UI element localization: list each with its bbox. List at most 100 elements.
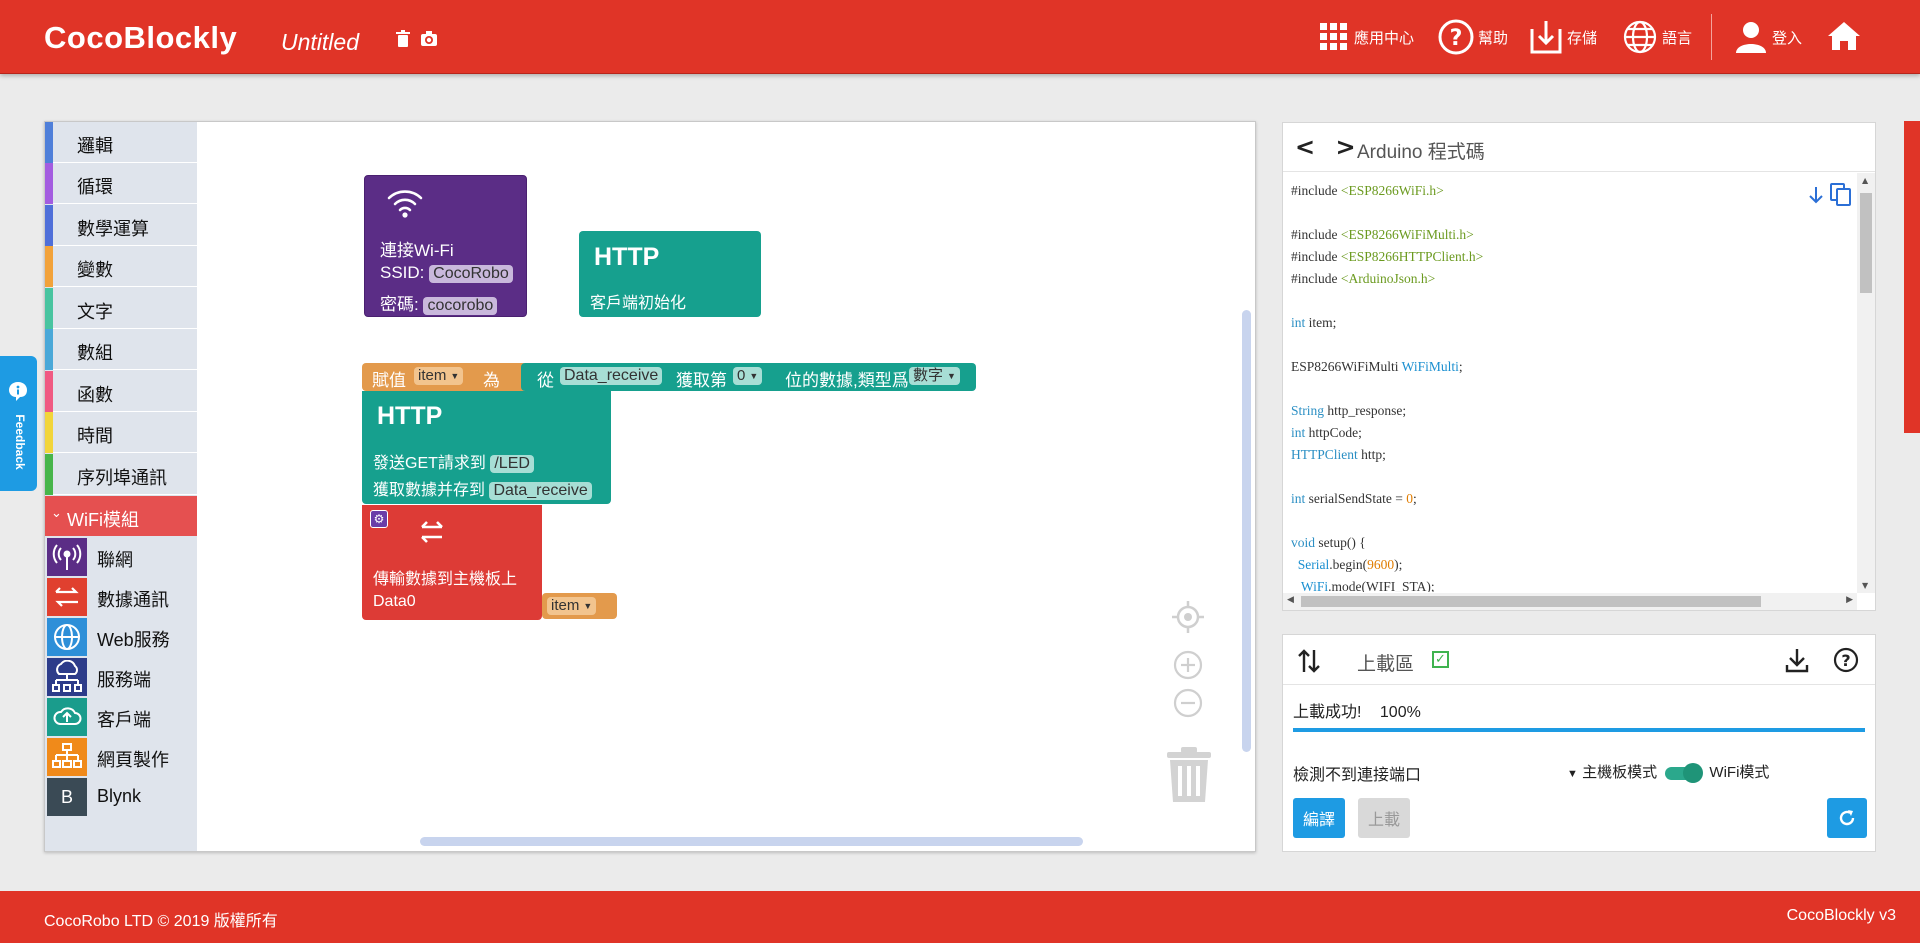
category-time[interactable]: 時間	[45, 412, 197, 453]
category-arrays[interactable]: 數組	[45, 329, 197, 370]
gear-icon[interactable]: ⚙	[370, 510, 388, 528]
ssid-field[interactable]: CocoRobo	[429, 265, 513, 283]
category-wifi[interactable]: ⌄ WiFi模組	[45, 496, 197, 536]
zoom-in-icon[interactable]	[1172, 649, 1204, 681]
code-toggle-icon[interactable]: < >	[1295, 133, 1362, 161]
question-icon: ?	[1438, 19, 1474, 55]
updown-arrows-icon[interactable]	[1297, 648, 1321, 674]
workspace-horizontal-scrollbar[interactable]	[420, 837, 1083, 846]
caret-down-icon[interactable]: ▼	[1567, 768, 1578, 780]
category-logic[interactable]: 邏輯	[45, 122, 197, 163]
scroll-thumb[interactable]	[1301, 596, 1761, 607]
delete-icon[interactable]	[394, 30, 412, 48]
code-line: void setup() {	[1291, 535, 1366, 550]
code-panel-title: Arduino 程式碼	[1357, 142, 1485, 163]
nav-help[interactable]: ? 幫助	[1438, 18, 1508, 56]
type-dropdown[interactable]: 數字 ▼	[909, 367, 960, 386]
blockly-workspace[interactable]: 邏輯 循環 數學運算 變數 文字 數組 函數 時間 序列埠通訊 ⌄ WiFi模組…	[44, 121, 1256, 852]
category-math[interactable]: 數學運算	[45, 205, 197, 246]
progress-bar	[1293, 728, 1865, 732]
scroll-right-icon[interactable]: ▶	[1846, 595, 1853, 605]
path-field[interactable]: /LED	[490, 455, 534, 473]
subcategory-label: Blynk	[97, 786, 142, 806]
check-icon[interactable]: ✓	[1432, 651, 1449, 668]
category-text[interactable]: 文字	[45, 288, 197, 329]
feedback-tab[interactable]: Feedback	[0, 356, 37, 491]
camera-icon[interactable]	[420, 30, 438, 48]
upload-button[interactable]: 上載	[1358, 798, 1410, 838]
refresh-button[interactable]	[1827, 798, 1867, 838]
code-vertical-scrollbar[interactable]: ▲ ▼	[1857, 173, 1875, 593]
ssid-label: SSID:	[380, 263, 425, 282]
scroll-thumb[interactable]	[1860, 193, 1872, 293]
help-icon[interactable]: ?	[1833, 647, 1859, 673]
save-download-icon	[1530, 21, 1562, 54]
subcategory-label: 數據通訊	[97, 590, 169, 610]
recenter-icon[interactable]	[1171, 600, 1205, 634]
block-get-data[interactable]: 從 Data_receive 獲取第 0 ▼ 位的數據,類型爲 數字 ▼	[521, 363, 976, 391]
category-loops[interactable]: 循環	[45, 163, 197, 204]
category-color	[45, 412, 53, 453]
target-field[interactable]: Data_receive	[489, 482, 592, 500]
nav-login[interactable]: 登入	[1734, 18, 1802, 56]
category-label: 序列埠通訊	[77, 468, 167, 488]
code-line: #include <ESP8266WiFiMulti.h>	[1291, 227, 1474, 242]
subcategory-data-comm[interactable]: 數據通訊	[45, 577, 197, 617]
compile-button[interactable]: 編譯	[1293, 798, 1345, 838]
category-serial[interactable]: 序列埠通訊	[45, 454, 197, 495]
code-line: #include <ESP8266HTTPClient.h>	[1291, 249, 1484, 264]
source-field[interactable]: Data_receive	[560, 367, 663, 385]
category-functions[interactable]: 函數	[45, 371, 197, 412]
code-horizontal-scrollbar[interactable]: ◀ ▶	[1283, 593, 1857, 610]
block-http-client-init[interactable]: HTTP 客戶端初始化	[579, 231, 761, 317]
nav-save-label: 存儲	[1567, 29, 1598, 47]
code-line: Serial.begin(9600);	[1297, 557, 1403, 572]
category-variables[interactable]: 變數	[45, 246, 197, 287]
wifi-icon	[387, 190, 423, 218]
block-wifi-connect[interactable]: 連接Wi-Fi SSID: CocoRobo 密碼: cocorobo	[364, 175, 527, 317]
header-divider	[1711, 14, 1712, 60]
upload-status-text: 上載成功!	[1293, 704, 1362, 721]
subcategory-web[interactable]: Web服務	[45, 617, 197, 657]
subcategory-blynk[interactable]: B Blynk	[45, 777, 197, 817]
code-line: #include <ESP8266WiFi.h>	[1291, 183, 1444, 198]
variable-dropdown[interactable]: item ▼	[414, 367, 464, 386]
block-variable-item[interactable]: item ▼	[542, 593, 617, 619]
port-status: 檢測不到連接端口	[1293, 767, 1422, 784]
scroll-left-icon[interactable]: ◀	[1287, 595, 1294, 605]
dropdown-arrow-icon: ▼	[450, 371, 460, 382]
exchange-icon	[47, 578, 87, 616]
brand-logo[interactable]: CocoBlockly	[44, 20, 237, 56]
get-request-label: 發送GET請求到	[373, 455, 486, 472]
category-label: 函數	[77, 385, 113, 405]
mode-left-label: 主機板模式	[1582, 764, 1658, 781]
subcategory-network[interactable]: 聯網	[45, 537, 197, 577]
subcategory-label: 客戶端	[97, 710, 151, 730]
code-line: WiFi.mode(WIFI_STA);	[1300, 579, 1435, 592]
arrow-down-icon[interactable]	[1808, 185, 1824, 205]
scroll-up-icon[interactable]: ▲	[1862, 176, 1868, 185]
subcategory-server[interactable]: 服務端	[45, 657, 197, 697]
assign-to-label: 為	[483, 371, 500, 390]
block-http-get[interactable]: HTTP 發送GET請求到 /LED 獲取數據并存到 Data_receive	[362, 391, 611, 504]
mode-toggle[interactable]	[1663, 763, 1704, 784]
download-icon[interactable]	[1785, 647, 1809, 673]
workspace-vertical-scrollbar[interactable]	[1242, 310, 1251, 752]
block-send-to-mainboard[interactable]: ⚙ 傳輸數據到主機板上 Data0	[362, 505, 542, 620]
subcategory-webpage[interactable]: 網頁製作	[45, 737, 197, 777]
subcategory-client[interactable]: 客戶端	[45, 697, 197, 737]
nav-apps[interactable]: 應用中心	[1318, 18, 1414, 56]
code-editor[interactable]: #include <ESP8266WiFi.h> #include <ESP82…	[1291, 180, 1851, 592]
scroll-down-icon[interactable]: ▼	[1862, 581, 1868, 590]
project-name[interactable]: Untitled	[281, 29, 359, 56]
home-icon[interactable]	[1826, 20, 1862, 52]
nav-save[interactable]: 存儲	[1529, 18, 1597, 56]
copy-icon[interactable]	[1830, 183, 1852, 207]
nav-language[interactable]: 語言	[1622, 18, 1692, 56]
zoom-out-icon[interactable]	[1172, 687, 1204, 719]
trash-icon[interactable]	[1163, 746, 1215, 804]
password-field[interactable]: cocorobo	[423, 297, 498, 315]
block-assign[interactable]: 賦值 item ▼ 為	[362, 363, 527, 391]
variable-dropdown[interactable]: item ▼	[547, 597, 597, 616]
index-dropdown[interactable]: 0 ▼	[733, 367, 763, 386]
